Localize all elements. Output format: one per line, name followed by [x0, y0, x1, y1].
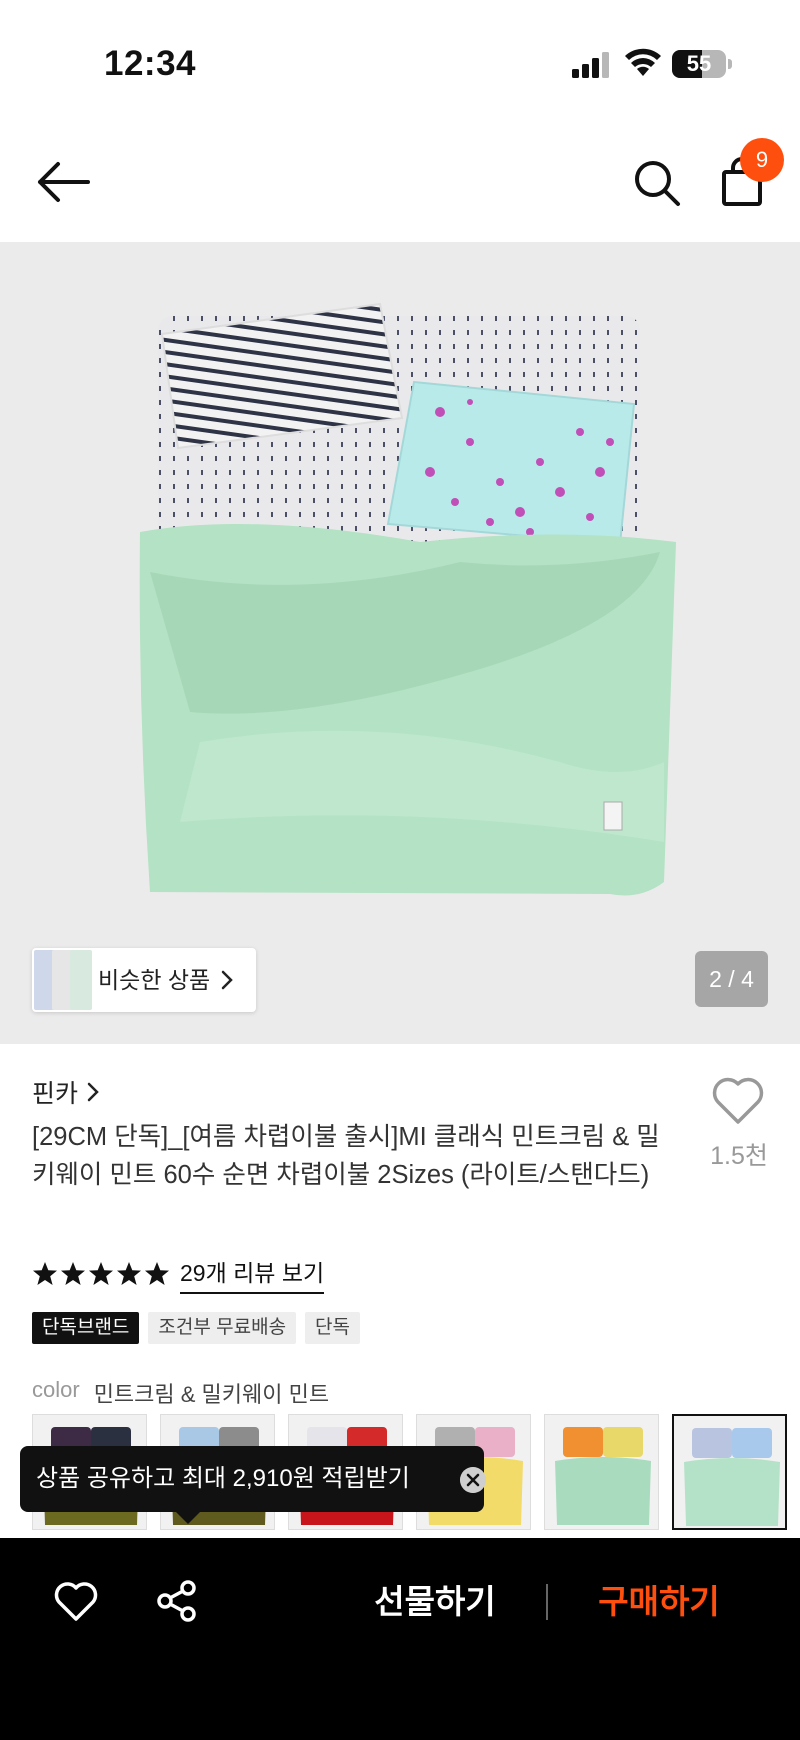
star-icon [145, 1262, 169, 1285]
product-tags: 단독브랜드 조건부 무료배송 단독 [32, 1312, 361, 1344]
swatch-thumbnail [684, 1428, 780, 1526]
app-header [0, 120, 800, 242]
star-icon [89, 1262, 113, 1285]
tag-free-shipping: 조건부 무료배송 [148, 1312, 297, 1344]
similar-products-button[interactable]: 비슷한 상품 [32, 948, 256, 1012]
star-icon [117, 1262, 141, 1285]
status-bar: 12:34 55 [0, 0, 800, 120]
back-arrow-icon[interactable] [36, 158, 92, 206]
image-page-counter: 2 / 4 [695, 951, 768, 1007]
divider [546, 1584, 548, 1620]
color-swatch[interactable] [544, 1414, 659, 1530]
status-time: 12:34 [104, 44, 197, 83]
star-icon [61, 1262, 85, 1285]
review-link[interactable]: 29개 리뷰 보기 [180, 1254, 325, 1294]
star-icon [33, 1262, 57, 1285]
heart-icon[interactable] [54, 1582, 98, 1622]
cart-count-badge: 9 [740, 138, 784, 182]
like-count: 1.5천 [710, 1142, 768, 1170]
product-photo [0, 242, 800, 1044]
swatch-thumbnail [555, 1427, 651, 1525]
wifi-icon [625, 48, 661, 76]
tag-exclusive-brand: 단독브랜드 [32, 1312, 140, 1344]
search-icon[interactable] [632, 158, 682, 208]
share-icon[interactable] [156, 1580, 198, 1622]
buy-button[interactable]: 구매하기 [554, 1562, 764, 1642]
battery-level: 55 [686, 51, 712, 76]
share-reward-tooltip: 상품 공유하고 최대 2,910원 적립받기 [20, 1446, 486, 1524]
color-option-key: color [32, 1377, 80, 1402]
color-option-row: color 민트크림 & 밀키웨이 민트 [32, 1377, 329, 1409]
bottom-action-bar: 선물하기 구매하기 [0, 1538, 800, 1740]
product-image-gallery[interactable]: 비슷한 상품 2 / 4 [0, 242, 800, 1044]
chevron-right-icon [221, 970, 233, 990]
chevron-right-icon [87, 1082, 99, 1102]
color-option-value: 민트크림 & 밀키웨이 민트 [93, 1382, 330, 1407]
close-icon[interactable] [460, 1467, 486, 1493]
heart-icon[interactable] [710, 1076, 766, 1126]
star-rating [32, 1261, 170, 1287]
brand-name: 핀카 [32, 1080, 79, 1108]
signal-icon [572, 52, 609, 78]
product-title: [29CM 단독]_[여름 차렵이불 출시]MI 클래식 민트크림 & 밀키웨이… [32, 1123, 660, 1189]
color-swatch[interactable] [672, 1414, 787, 1530]
share-reward-text: 상품 공유하고 최대 2,910원 적립받기 [36, 1465, 410, 1492]
similar-products-thumbnails [34, 950, 92, 1010]
similar-products-label: 비슷한 상품 [98, 967, 211, 993]
brand-link[interactable]: 핀카 [32, 1074, 100, 1110]
tooltip-arrow [176, 1512, 200, 1524]
battery-icon: 55 [672, 50, 732, 78]
rating-row: 29개 리뷰 보기 [32, 1254, 325, 1294]
gift-button[interactable]: 선물하기 [330, 1562, 540, 1642]
tag-exclusive: 단독 [305, 1312, 361, 1344]
